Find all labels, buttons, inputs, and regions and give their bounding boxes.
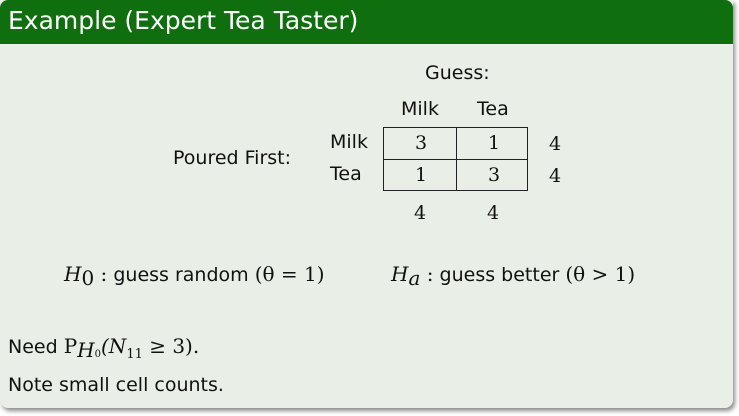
h0-symbol: H <box>64 262 82 286</box>
block-title: Example (Expert Tea Taster) <box>8 6 359 35</box>
block-title-bar: Example (Expert Tea Taster) <box>0 0 733 44</box>
contingency-table: 3 1 1 3 <box>383 127 528 191</box>
h0-subscript: 0 <box>81 266 95 291</box>
need-math-sub: 11 <box>126 347 143 362</box>
need-math-open: (N <box>101 334 127 358</box>
table-divider-horizontal <box>384 159 527 160</box>
null-hypothesis: H0 : guess random (θ = 1) <box>64 262 325 291</box>
cell-milk-milk: 3 <box>415 132 428 154</box>
row-total-milk: 4 <box>549 133 562 155</box>
ha-text: guess better <box>433 264 566 286</box>
need-line: Need PH0(N11 ≥ 3). <box>8 334 200 363</box>
ha-symbol: H <box>391 262 409 286</box>
row-header-milk: Milk <box>330 131 368 153</box>
h0-condition: (θ = 1) <box>254 262 325 286</box>
cell-tea-milk: 1 <box>415 164 428 186</box>
row-total-tea: 4 <box>549 165 562 187</box>
row-header-tea: Tea <box>330 163 362 185</box>
row-group-label: Poured First: <box>173 147 292 169</box>
cell-milk-tea: 1 <box>488 132 501 154</box>
alt-hypothesis: Ha : guess better (θ > 1) <box>391 262 636 291</box>
need-prefix: Need <box>8 336 64 358</box>
ha-subscript: a <box>408 266 421 291</box>
col-header-tea: Tea <box>477 98 509 120</box>
ha-condition: (θ > 1) <box>565 262 636 286</box>
note-text: Note small cell counts. <box>8 374 224 396</box>
h0-text: guess random <box>107 264 255 286</box>
cell-tea-tea: 3 <box>488 164 501 186</box>
need-math-tail: ≥ 3). <box>142 334 200 358</box>
col-total-tea: 4 <box>487 202 500 224</box>
col-total-milk: 4 <box>414 202 427 224</box>
col-header-milk: Milk <box>401 98 439 120</box>
guess-label: Guess: <box>425 62 490 84</box>
example-block: Example (Expert Tea Taster) Guess: Milk … <box>0 0 733 408</box>
